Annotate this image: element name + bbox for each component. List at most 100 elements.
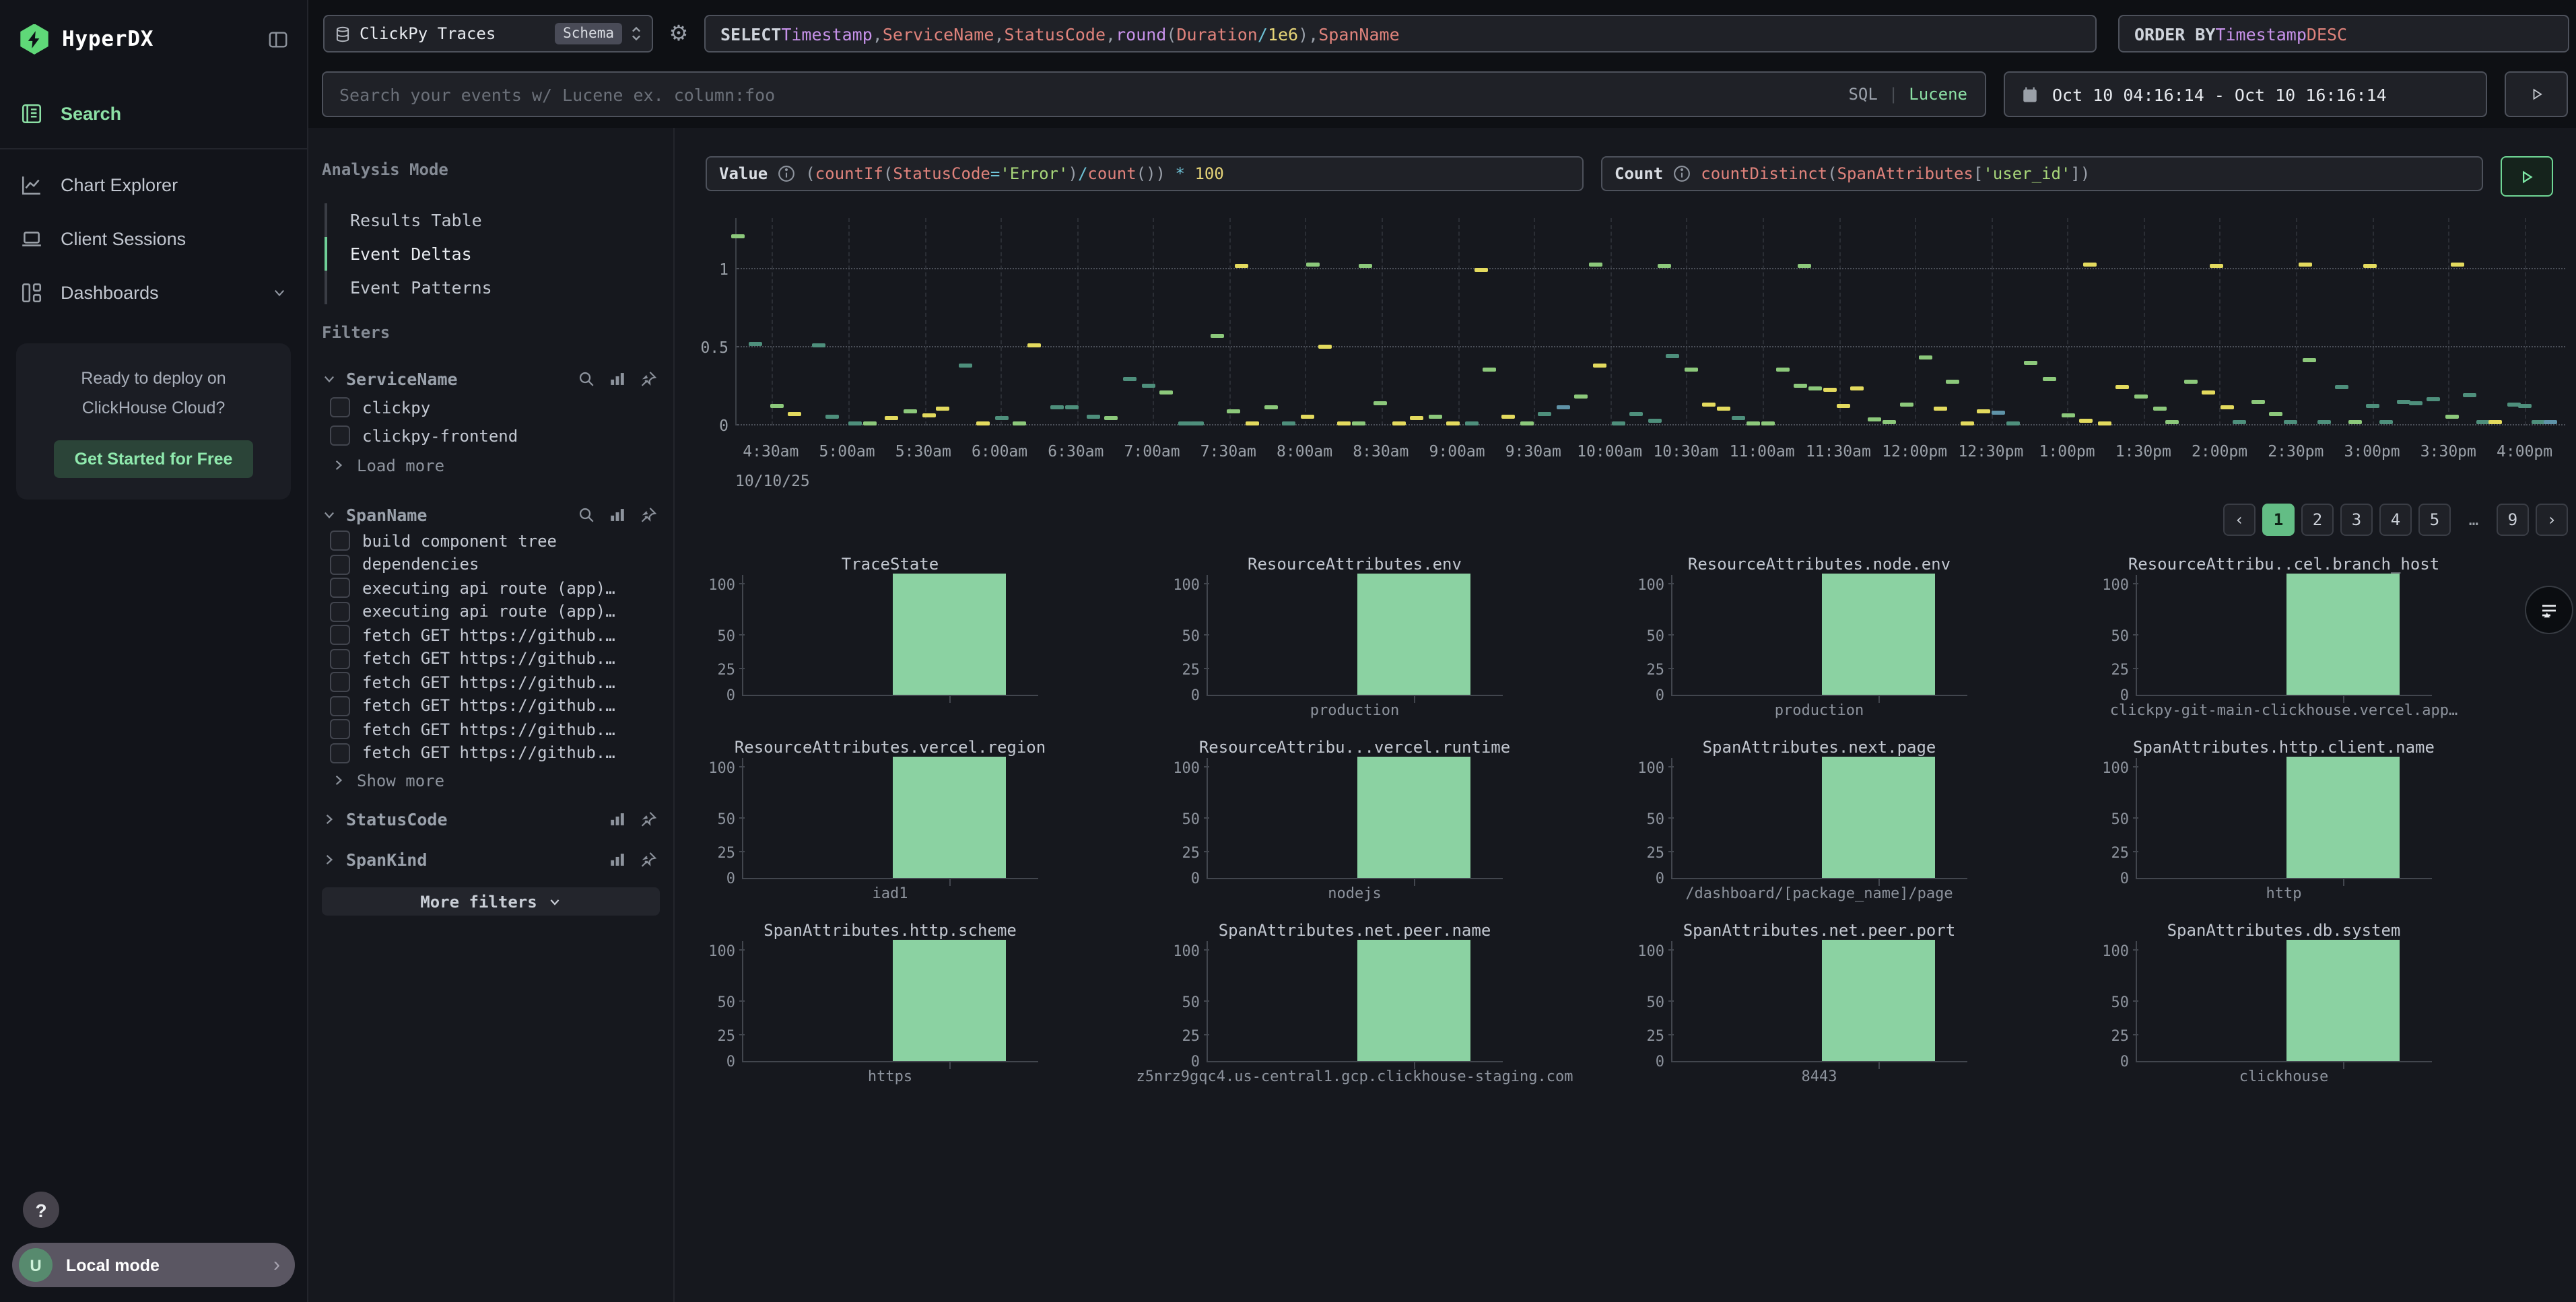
bar-chart-icon[interactable] <box>609 370 626 387</box>
sidebar-item-chart-explorer[interactable]: Chart Explorer <box>0 158 307 211</box>
run-query-button[interactable] <box>2501 156 2553 197</box>
code-token: , <box>1106 24 1116 44</box>
count-expression-input[interactable]: Count countDistinct(SpanAttributes['user… <box>1601 156 2483 191</box>
checkbox[interactable] <box>330 696 350 716</box>
value-expression-input[interactable]: Value (countIf(StatusCode='Error')/count… <box>706 156 1584 191</box>
x-tick-label: 8:30am <box>1353 442 1409 460</box>
analysis-mode-event-deltas[interactable]: Event Deltas <box>325 237 660 271</box>
order-by-input[interactable]: ORDER BY Timestamp DESC <box>2118 15 2569 53</box>
bar <box>892 757 1006 878</box>
chart-settings-fab[interactable] <box>2525 586 2573 634</box>
source-selector[interactable]: ClickPy Traces Schema <box>323 15 653 53</box>
pin-icon[interactable] <box>640 506 657 523</box>
code-token: countIf <box>815 164 883 183</box>
checkbox[interactable] <box>330 555 350 575</box>
attribute-chart[interactable]: SpanAttributes.db.system02550100clickhou… <box>2095 921 2432 1087</box>
sidebar-nav: Search Chart ExplorerClient Sessions Dashb… <box>0 86 307 319</box>
checkbox[interactable] <box>330 720 350 740</box>
filter-option[interactable]: clickpy <box>322 393 660 421</box>
y-tick-mark <box>739 817 745 819</box>
sidebar-item-dashboards[interactable]: Dashboards <box>0 265 307 319</box>
attribute-chart[interactable]: ResourceAttributes.env02550100production <box>1166 555 1503 720</box>
checkbox[interactable] <box>330 531 350 551</box>
analysis-mode-results-table[interactable]: Results Table <box>325 203 660 237</box>
attribute-chart[interactable]: SpanAttributes.net.peer.name02550100z5nr… <box>1166 921 1503 1087</box>
checkbox[interactable] <box>330 743 350 763</box>
filter-option[interactable]: fetch GET https://github.… <box>322 694 660 718</box>
toggle-lucene[interactable]: Lucene <box>1909 85 1967 104</box>
filter-group-header[interactable]: SpanName <box>322 500 660 529</box>
page-prev-button[interactable]: ‹ <box>2223 504 2256 536</box>
scatter-point <box>863 421 877 425</box>
checkbox[interactable] <box>330 397 350 417</box>
page-next-button[interactable]: › <box>2536 504 2568 536</box>
page-button-9[interactable]: 9 <box>2497 504 2529 536</box>
checkbox[interactable] <box>330 578 350 598</box>
filter-group-header[interactable]: SpanKind <box>322 844 660 874</box>
sidebar-item-search[interactable]: Search <box>0 86 307 140</box>
y-axis-labels: 02550100 <box>1631 758 1671 879</box>
filter-group-header[interactable]: ServiceName <box>322 364 660 393</box>
pin-icon[interactable] <box>640 850 657 868</box>
checkbox[interactable] <box>330 649 350 669</box>
bar-chart-icon[interactable] <box>609 850 626 868</box>
settings-gear-icon[interactable]: ⚙ <box>664 15 693 53</box>
search-run-button[interactable] <box>2505 71 2568 117</box>
search-icon[interactable] <box>578 370 595 387</box>
checkbox[interactable] <box>330 625 350 646</box>
gridline-vertical <box>2220 218 2221 425</box>
checkbox[interactable] <box>330 425 350 446</box>
search-input[interactable] <box>337 83 1848 106</box>
toggle-sql[interactable]: SQL <box>1848 85 1877 104</box>
checkbox[interactable] <box>330 602 350 622</box>
attribute-chart[interactable]: SpanAttributes.net.peer.port025501008443 <box>1631 921 1967 1087</box>
sidebar-collapse-icon[interactable] <box>268 29 288 49</box>
bar-chart-icon[interactable] <box>609 810 626 827</box>
filter-option[interactable]: build component tree <box>322 529 660 553</box>
filter-option[interactable]: clickpy-frontend <box>322 421 660 450</box>
filter-option[interactable]: fetch GET https://github.… <box>322 623 660 647</box>
attribute-chart[interactable]: ResourceAttributes.vercel.region02550100… <box>702 738 1038 903</box>
local-mode-button[interactable]: U Local mode › <box>12 1243 295 1287</box>
select-clause-input[interactable]: SELECT Timestamp, ServiceName, StatusCod… <box>704 15 2097 53</box>
get-started-button[interactable]: Get Started for Free <box>54 440 252 478</box>
filter-option[interactable]: dependencies <box>322 553 660 576</box>
page-button-3[interactable]: 3 <box>2340 504 2373 536</box>
filter-option[interactable]: executing api route (app)… <box>322 576 660 600</box>
help-button[interactable]: ? <box>23 1192 59 1228</box>
filter-option[interactable]: fetch GET https://github.… <box>322 741 660 765</box>
filter-option[interactable]: executing api route (app)… <box>322 600 660 623</box>
code-token: ( <box>1166 24 1176 44</box>
page-button-2[interactable]: 2 <box>2301 504 2334 536</box>
load-more-link[interactable]: Load more <box>322 452 660 478</box>
analysis-mode-event-patterns[interactable]: Event Patterns <box>325 271 660 304</box>
scatter-point <box>788 412 802 416</box>
sidebar-item-label: Dashboards <box>61 282 159 302</box>
attribute-chart[interactable]: SpanAttributes.next.page02550100/dashboa… <box>1631 738 1967 903</box>
search-icon[interactable] <box>578 506 595 523</box>
bar-chart-icon[interactable] <box>609 506 626 523</box>
filter-option[interactable]: fetch GET https://github.… <box>322 718 660 741</box>
checkbox[interactable] <box>330 673 350 693</box>
scatter-point <box>1867 417 1880 421</box>
more-filters-button[interactable]: More filters <box>322 887 660 916</box>
sidebar-item-client-sessions[interactable]: Client Sessions <box>0 211 307 265</box>
attribute-chart[interactable]: SpanAttributes.http.scheme02550100https <box>702 921 1038 1087</box>
pin-icon[interactable] <box>640 810 657 827</box>
attribute-chart[interactable]: ResourceAttribu..cel.branch_host02550100… <box>2095 555 2432 720</box>
filter-option[interactable]: fetch GET https://github.… <box>322 671 660 694</box>
page-button-4[interactable]: 4 <box>2379 504 2412 536</box>
time-range-picker[interactable]: Oct 10 04:16:14 - Oct 10 16:16:14 <box>2004 71 2487 117</box>
attribute-chart[interactable]: SpanAttributes.http.client.name02550100h… <box>2095 738 2432 903</box>
y-tick-label: 50 <box>1182 811 1200 828</box>
show-more-link[interactable]: Show more <box>322 767 660 793</box>
attribute-chart[interactable]: ResourceAttribu...vercel.runtime02550100… <box>1166 738 1503 903</box>
filter-group-header[interactable]: StatusCode <box>322 804 660 833</box>
filter-option[interactable]: fetch GET https://github.… <box>322 647 660 671</box>
page-button-5[interactable]: 5 <box>2418 504 2451 536</box>
pin-icon[interactable] <box>640 370 657 387</box>
attribute-chart[interactable]: TraceState02550100 <box>702 555 1038 720</box>
page-button-1[interactable]: 1 <box>2262 504 2295 536</box>
y-tick-label: 25 <box>718 1027 736 1044</box>
attribute-chart[interactable]: ResourceAttributes.node.env02550100produ… <box>1631 555 1967 720</box>
